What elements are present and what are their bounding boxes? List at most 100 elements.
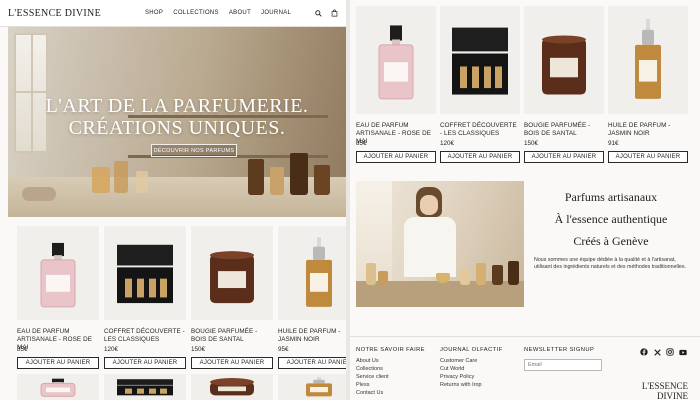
nav-about[interactable]: ABOUT (229, 10, 251, 16)
add-to-cart-button[interactable]: AJOUTER AU PANIER (524, 151, 604, 163)
product-image[interactable] (608, 6, 688, 114)
add-to-cart-button[interactable]: AJOUTER AU PANIER (278, 357, 346, 369)
x-icon[interactable] (653, 348, 661, 356)
product-name[interactable]: EAU DE PARFUM ARTISANALE - ROSE DE MAI (17, 328, 99, 352)
footer-link-contact[interactable]: Contact Us (356, 389, 425, 397)
footer-link-customer-care[interactable]: Customer Care (440, 357, 503, 365)
product-card[interactable]: HUILE DE PARFUM - JASMIN NOIR 95€ AJOUTER … (278, 226, 346, 380)
nav-journal[interactable]: JOURNAL (261, 10, 291, 16)
cart-icon[interactable] (331, 9, 338, 17)
add-to-cart-button[interactable]: AJOUTER AU PANIER (104, 357, 186, 369)
hero-bottle (114, 161, 128, 193)
brand-logo[interactable]: L'ESSENCE DIVINE (8, 8, 101, 19)
artisan-bottle (378, 271, 388, 285)
product-card[interactable]: HUILE DE PARFUM - JASMIN NOIR 91€ AJOUTER … (608, 6, 688, 174)
product-image[interactable] (17, 226, 99, 320)
product-card[interactable] (278, 374, 346, 400)
add-to-cart-button[interactable]: AJOUTER AU PANIER (356, 151, 436, 163)
add-to-cart-button[interactable]: AJOUTER AU PANIER (191, 357, 273, 369)
footer-link-cut-world[interactable]: Cut World (440, 365, 503, 373)
product-name[interactable]: HUILE DE PARFUM - JASMIN NOIR (608, 122, 688, 138)
artisan-bottle (508, 261, 519, 285)
artisan-face (420, 195, 438, 215)
product-card[interactable]: EAU DE PARFUM ARTISANALE - ROSE DE MAI 85… (17, 226, 99, 380)
social-links (640, 348, 687, 356)
newsletter-email-input[interactable] (524, 359, 602, 371)
hero-bottle (248, 159, 264, 195)
add-to-cart-button[interactable]: AJOUTER AU PANIER (17, 357, 99, 369)
top-navigation: L'ESSENCE DIVINE SHOP COLLECTIONS ABOUT … (0, 0, 346, 27)
artisan-bottle (460, 269, 470, 285)
footer-heading: NOTRE SAVOIR FAIRE (356, 347, 425, 353)
hero-bottle (290, 153, 308, 195)
product-image[interactable] (17, 374, 99, 400)
product-image[interactable] (278, 374, 346, 400)
add-to-cart-button[interactable]: AJOUTER AU PANIER (440, 151, 520, 163)
footer-link-privacy[interactable]: Privacy Policy (440, 373, 503, 381)
add-to-cart-button[interactable]: AJOUTER AU PANIER (608, 151, 688, 163)
hero-bottle (92, 167, 110, 193)
product-name[interactable]: BOUGIE PARFUMÉE - BOIS DE SANTAL (524, 122, 604, 138)
product-price: 85€ (17, 346, 28, 353)
homepage-right-panel: EAU DE PARFUM ARTISANALE - ROSE DE MAI 85… (350, 0, 700, 400)
footer-newsletter: NEWSLETTER SIGNUP (524, 347, 594, 357)
product-name[interactable]: COFFRET DÉCOUVERTE - LES CLASSIQUES (440, 122, 520, 138)
product-card[interactable]: BOUGIE PARFUMÉE - BOIS DE SANTAL 150€ AJOU… (524, 6, 604, 174)
product-price: 91€ (608, 140, 619, 147)
product-image[interactable] (356, 6, 436, 114)
product-card[interactable] (17, 374, 99, 400)
footer-link-returns[interactable]: Returns with Irop (440, 381, 503, 389)
footer-column-journal: JOURNAL OLFACTIF Customer Care Cut World… (440, 347, 503, 389)
main-menu: SHOP COLLECTIONS ABOUT JOURNAL (145, 10, 291, 16)
product-card[interactable]: EAU DE PARFUM ARTISANALE - ROSE DE MAI 85… (356, 6, 436, 174)
nav-icons (315, 9, 338, 17)
homepage-left-panel: L'ESSENCE DIVINE SHOP COLLECTIONS ABOUT … (0, 0, 346, 400)
hero-bowl (22, 187, 56, 201)
footer: NOTRE SAVOIR FAIRE About Us Collections … (350, 336, 700, 400)
product-card[interactable]: COFFRET DÉCOUVERTE - LES CLASSIQUES 120€ A… (104, 226, 186, 380)
youtube-icon[interactable] (679, 348, 687, 356)
instagram-icon[interactable] (666, 348, 674, 356)
footer-logo-line1: L'ESSENCE (641, 381, 688, 391)
product-card[interactable]: BOUGIE PARFUMÉE - BOIS DE SANTAL 150€ AJOU… (191, 226, 273, 380)
hero-bottle (270, 167, 284, 195)
story-title-line3: Créés à Genève (573, 234, 649, 248)
artisan-bottle (476, 263, 486, 285)
footer-link-service[interactable]: Service client (356, 373, 425, 381)
artisan-shirt (404, 217, 456, 277)
product-image[interactable] (104, 226, 186, 320)
product-price: 95€ (278, 346, 289, 353)
product-price: 120€ (440, 140, 455, 147)
hero-title-line1: L'ART DE LA PARFUMERIE. (45, 95, 309, 117)
newsletter-heading: NEWSLETTER SIGNUP (524, 347, 595, 353)
search-icon[interactable] (315, 9, 322, 17)
product-price: 150€ (524, 140, 539, 147)
footer-logo[interactable]: L'ESSENCE DIVINE (642, 381, 688, 400)
product-name[interactable]: COFFRET DÉCOUVERTE - LES CLASSIQUES (104, 328, 186, 344)
product-image[interactable] (524, 6, 604, 114)
product-image[interactable] (191, 374, 273, 400)
product-image[interactable] (440, 6, 520, 114)
product-price: 85€ (356, 140, 367, 147)
product-price: 150€ (191, 346, 206, 353)
product-price: 120€ (104, 346, 119, 353)
facebook-icon[interactable] (640, 348, 648, 356)
product-name[interactable]: BOUGIE PARFUMÉE - BOIS DE SANTAL (191, 328, 273, 344)
product-image[interactable] (191, 226, 273, 320)
nav-shop[interactable]: SHOP (145, 10, 163, 16)
product-image[interactable] (104, 374, 186, 400)
hero-bottle (136, 171, 148, 193)
footer-link-collections[interactable]: Collections (356, 365, 425, 373)
artisan-bottle (492, 265, 503, 285)
footer-link-pless[interactable]: Pless (356, 381, 425, 389)
product-image[interactable] (278, 226, 346, 320)
discover-perfumes-button[interactable]: DÉCOUVRIR NOS PARFUMS (151, 144, 237, 157)
hero-bottle (314, 165, 330, 195)
product-card[interactable] (191, 374, 273, 400)
nav-collections[interactable]: COLLECTIONS (173, 10, 219, 16)
product-name[interactable]: HUILE DE PARFUM - JASMIN NOIR (278, 328, 346, 344)
footer-link-about[interactable]: About Us (356, 357, 425, 365)
product-name[interactable]: EAU DE PARFUM ARTISANALE - ROSE DE MAI (356, 122, 436, 146)
product-card[interactable] (104, 374, 186, 400)
product-card[interactable]: COFFRET DÉCOUVERTE - LES CLASSIQUES 120€ A… (440, 6, 520, 174)
